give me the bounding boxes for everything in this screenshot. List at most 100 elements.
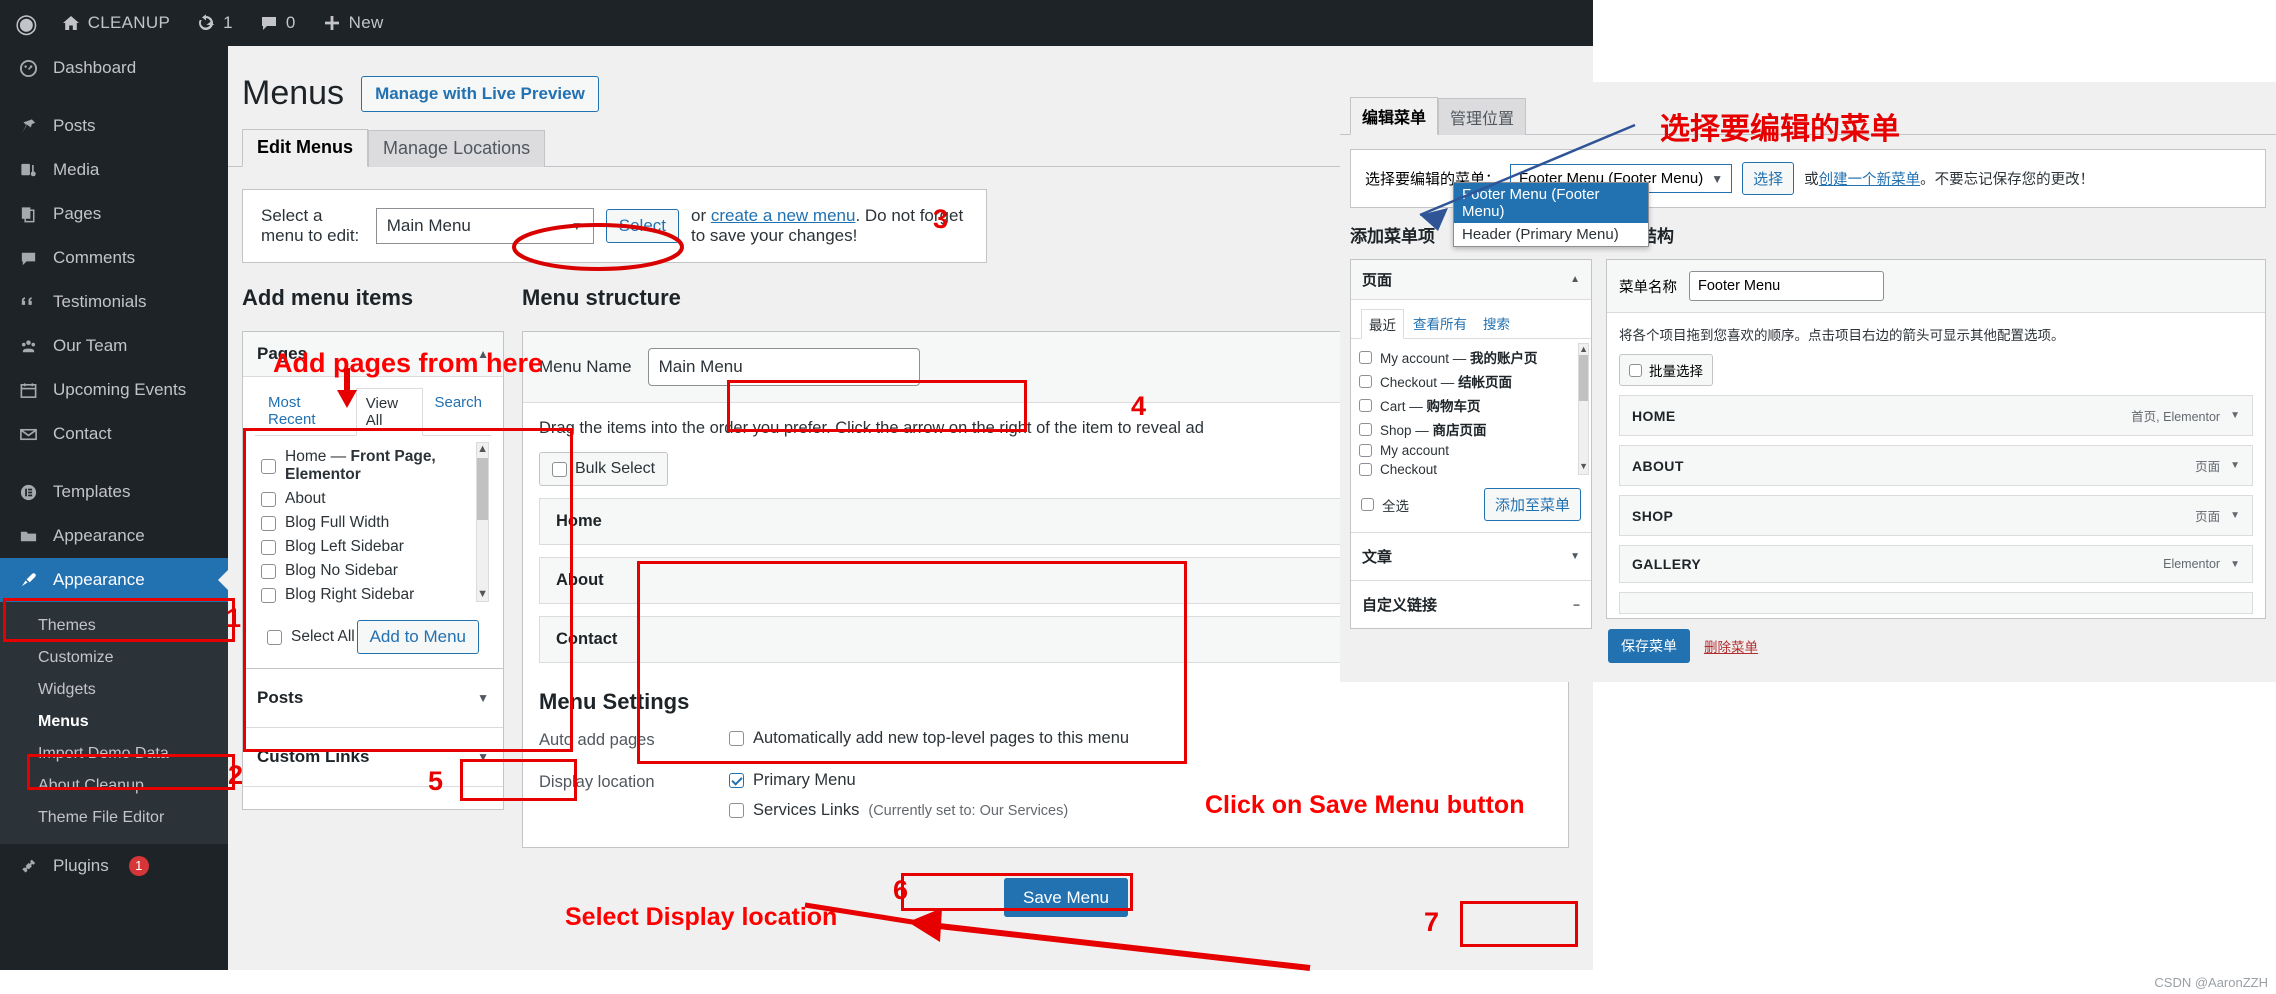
cn-pages-accordion-header[interactable]: 页面 ▲ <box>1351 260 1591 300</box>
chevron-up-icon[interactable]: ▲ <box>477 443 488 455</box>
select-all-control[interactable]: Select All <box>267 628 355 646</box>
wordpress-icon[interactable]: ◉ <box>0 10 48 36</box>
submenu-item-theme-file-editor[interactable]: Theme File Editor <box>0 802 228 834</box>
sidebar-item-posts[interactable]: Posts <box>0 104 228 148</box>
table-row[interactable]: ABOUT 页面 ▼ <box>1619 445 2253 486</box>
chevron-down-icon[interactable]: ▼ <box>2230 410 2240 421</box>
sidebar-item-appearance[interactable]: Appearance Appearance Appearance <box>0 558 228 602</box>
table-row[interactable]: SHOP 页面 ▼ <box>1619 495 2253 536</box>
page-checkbox[interactable] <box>261 587 276 603</box>
sidebar-item-dashboard[interactable]: Dashboard <box>0 46 228 90</box>
list-item[interactable]: Blog Left Sidebar <box>261 535 487 559</box>
cn-delete-menu-link[interactable]: 删除菜单 <box>1704 636 1758 656</box>
chevron-up-icon[interactable]: ▲ <box>1579 344 1588 354</box>
list-item[interactable]: Carpet Cleaning <box>261 607 487 608</box>
subtab-search[interactable]: Search <box>425 388 491 436</box>
chevron-down-icon[interactable]: ▼ <box>1570 551 1580 562</box>
pages-scrollbar-thumb[interactable] <box>477 458 488 520</box>
cn-pages-scrollbar-thumb[interactable] <box>1579 355 1588 401</box>
save-menu-button[interactable]: Save Menu <box>1004 878 1128 917</box>
cn-pages-checklist[interactable]: My account — 我的账户页 Checkout — 结帐页面 Cart … <box>1351 339 1591 479</box>
comments-item[interactable]: 0 <box>246 0 309 46</box>
submenu-item-about-cleanup[interactable]: About Cleanup <box>0 770 228 802</box>
cn-select-button[interactable]: 选择 <box>1742 162 1795 195</box>
list-item[interactable]: Shop — 商店页面 <box>1359 417 1585 441</box>
chevron-down-icon[interactable]: ▼ <box>477 588 488 600</box>
primary-menu-checkbox[interactable] <box>729 773 744 788</box>
sidebar-item-our-team[interactable]: Our Team <box>0 324 228 368</box>
cn-subtab-view-all[interactable]: 查看所有 <box>1406 309 1474 339</box>
list-item[interactable]: Cart — 购物车页 <box>1359 393 1585 417</box>
posts-accordion-header[interactable]: Posts ▼ <box>243 669 503 728</box>
chevron-down-icon[interactable]: ▼ <box>1579 461 1588 471</box>
cn-dropdown-option-header[interactable]: Header (Primary Menu) <box>1454 223 1648 246</box>
submenu-item-menus[interactable]: Menus <box>0 706 228 738</box>
cn-subtab-search[interactable]: 搜索 <box>1476 309 1517 339</box>
submenu-item-widgets[interactable]: Widgets <box>0 674 228 706</box>
tab-manage-locations[interactable]: Manage Locations <box>368 130 546 167</box>
cn-bulk-select-checkbox[interactable] <box>1629 363 1642 377</box>
cn-page-checkbox[interactable] <box>1359 444 1372 457</box>
chevron-down-icon[interactable]: ▼ <box>2230 460 2240 471</box>
cn-custom-links-accordion-header[interactable]: 自定义链接 − <box>1351 581 1591 628</box>
sidebar-item-media[interactable]: Media <box>0 148 228 192</box>
list-item[interactable]: My account <box>1359 441 1585 460</box>
chevron-up-icon[interactable]: ▲ <box>1570 274 1580 285</box>
page-checkbox[interactable] <box>261 458 276 474</box>
cn-tab-manage-locations[interactable]: 管理位置 <box>1438 98 1527 135</box>
page-checkbox[interactable] <box>261 539 276 555</box>
list-item[interactable]: Home — Front Page, Elementor <box>261 445 487 487</box>
cn-page-checkbox[interactable] <box>1359 350 1372 364</box>
page-checkbox[interactable] <box>261 563 276 579</box>
services-links-checkbox[interactable] <box>729 803 744 818</box>
cn-menu-dropdown-options[interactable]: Footer Menu (Footer Menu) Header (Primar… <box>1453 182 1649 247</box>
select-button[interactable]: Select <box>605 209 680 243</box>
location-option-services-links[interactable]: Services Links (Currently set to: Our Se… <box>729 801 1068 820</box>
chevron-down-icon[interactable]: ▼ <box>477 691 489 705</box>
site-name-item[interactable]: CLEANUP <box>48 0 183 46</box>
cn-subtab-recent[interactable]: 最近 <box>1361 309 1404 339</box>
sidebar-item-testimonials[interactable]: Testimonials <box>0 280 228 324</box>
submenu-item-customize[interactable]: Customize <box>0 642 228 674</box>
custom-links-accordion-header[interactable]: Custom Links ▼ <box>243 728 503 787</box>
list-item[interactable]: Blog Right Sidebar <box>261 583 487 607</box>
minus-icon[interactable]: − <box>1573 598 1580 612</box>
sidebar-item-pages[interactable]: Pages <box>0 192 228 236</box>
select-all-checkbox[interactable] <box>267 629 282 645</box>
cn-tab-edit-menus[interactable]: 编辑菜单 <box>1350 97 1439 135</box>
list-item[interactable]: Checkout — 结帐页面 <box>1359 369 1585 393</box>
sidebar-item-plugins[interactable]: Plugins 1 <box>0 844 228 888</box>
auto-add-pages-checkbox[interactable] <box>729 731 744 746</box>
cn-posts-accordion-header[interactable]: 文章 ▼ <box>1351 532 1591 581</box>
page-checkbox[interactable] <box>261 515 276 531</box>
tab-edit-menus[interactable]: Edit Menus <box>242 129 369 167</box>
sidebar-item-upcoming-events[interactable]: Upcoming Events <box>0 368 228 412</box>
bulk-select-checkbox[interactable] <box>552 461 567 477</box>
cn-bulk-select-button[interactable]: 批量选择 <box>1619 354 1713 386</box>
list-item[interactable]: About <box>261 487 487 511</box>
new-item[interactable]: New <box>309 0 397 46</box>
page-checkbox[interactable] <box>261 491 276 507</box>
cn-save-menu-button[interactable]: 保存菜单 <box>1608 629 1690 663</box>
chevron-down-icon[interactable]: ▼ <box>2230 559 2240 570</box>
cn-dropdown-option-footer-menu[interactable]: Footer Menu (Footer Menu) <box>1454 183 1648 223</box>
chevron-down-icon[interactable]: ▼ <box>2230 510 2240 521</box>
manage-with-live-preview-button[interactable]: Manage with Live Preview <box>361 75 599 112</box>
cn-page-checkbox[interactable] <box>1359 374 1372 388</box>
cn-create-a-new-menu-link[interactable]: 创建一个新菜单 <box>1819 172 1921 188</box>
sidebar-item-elementor[interactable]: Templates <box>0 470 228 514</box>
cn-add-to-menu-button[interactable]: 添加至菜单 <box>1483 488 1581 521</box>
list-item[interactable]: Checkout <box>1359 460 1585 479</box>
bulk-select-button[interactable]: Bulk Select <box>539 452 669 486</box>
cn-select-all-control[interactable]: 全选 <box>1361 495 1409 515</box>
submenu-item-themes[interactable]: Themes <box>0 610 228 642</box>
list-item[interactable]: Blog Full Width <box>261 511 487 535</box>
sidebar-item-comments[interactable]: Comments <box>0 236 228 280</box>
cn-menu-name-input[interactable] <box>1689 271 1884 301</box>
list-item[interactable]: My account — 我的账户页 <box>1359 345 1585 369</box>
sidebar-item-templates[interactable]: Appearance <box>0 514 228 558</box>
updates-item[interactable]: 1 <box>183 0 246 46</box>
menu-select-dropdown[interactable]: Main Menu ▼ <box>375 208 594 244</box>
cn-page-checkbox[interactable] <box>1359 422 1372 436</box>
chevron-down-icon[interactable]: ▼ <box>477 750 489 764</box>
